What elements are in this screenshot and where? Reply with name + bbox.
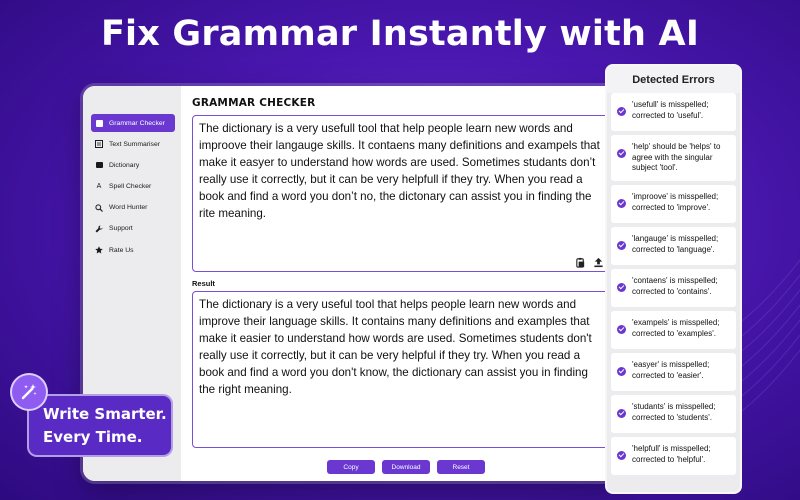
star-icon <box>95 246 103 254</box>
sidebar-item-label: Text Summariser <box>109 140 160 148</box>
spell-icon: A <box>96 182 102 190</box>
wrench-icon <box>95 225 103 233</box>
error-item[interactable]: 'usefull' is misspelled; corrected to 'u… <box>611 93 736 131</box>
page-title: GRAMMAR CHECKER <box>192 97 316 109</box>
upload-icon[interactable] <box>593 257 604 268</box>
check-circle-icon <box>617 149 626 158</box>
check-circle-icon <box>617 367 626 376</box>
error-text: 'help' should be 'helps' to agree with t… <box>632 142 721 172</box>
check-circle-icon <box>617 241 626 250</box>
check-circle-icon <box>617 409 626 418</box>
sidebar-item-label: Dictionary <box>109 161 140 169</box>
error-item[interactable]: 'contaens' is misspelled; corrected to '… <box>611 269 736 307</box>
check-circle-icon <box>617 199 626 208</box>
sidebar-item-label: Grammar Checker <box>109 119 165 127</box>
badge-line-2: Every Time. <box>43 428 143 446</box>
error-item[interactable]: 'helpfull' is misspelled; corrected to '… <box>611 437 736 475</box>
book-icon <box>95 161 103 169</box>
main-content: GRAMMAR CHECKER The dictionary is a very… <box>181 86 623 481</box>
sidebar-item-label: Support <box>109 225 133 233</box>
input-tools <box>575 257 604 268</box>
sidebar-item-spell-checker[interactable]: A Spell Checker <box>91 178 175 196</box>
sidebar-item-word-hunter[interactable]: Word Hunter <box>91 199 175 217</box>
magic-wand-icon <box>10 373 48 411</box>
search-icon <box>95 204 103 212</box>
result-textarea[interactable]: The dictionary is a very useful tool tha… <box>192 291 611 448</box>
sidebar-item-grammar-checker[interactable]: Grammar Checker <box>91 114 175 132</box>
check-circle-icon <box>617 283 626 292</box>
promo-badge: Write Smarter. Every Time. <box>27 394 173 457</box>
result-text: The dictionary is a very useful tool tha… <box>199 298 592 396</box>
errors-panel-title: Detected Errors <box>607 66 740 93</box>
sidebar-item-support[interactable]: Support <box>91 220 175 238</box>
result-label: Result <box>192 279 215 288</box>
summary-icon <box>95 140 103 149</box>
page-headline: Fix Grammar Instantly with AI <box>100 14 700 54</box>
reset-button[interactable]: Reset <box>437 460 485 474</box>
check-circle-icon <box>617 451 626 460</box>
grammar-icon <box>95 119 103 127</box>
copy-button[interactable]: Copy <box>327 460 375 474</box>
sidebar-item-dictionary[interactable]: Dictionary <box>91 156 175 174</box>
sidebar-item-rate-us[interactable]: Rate Us <box>91 241 175 259</box>
error-text: 'helpfull' is misspelled; corrected to '… <box>632 444 711 464</box>
badge-line-1: Write Smarter. <box>43 405 167 423</box>
paste-icon[interactable] <box>575 257 586 268</box>
detected-errors-panel: Detected Errors 'usefull' is misspelled;… <box>605 64 742 494</box>
sidebar-item-label: Spell Checker <box>109 183 152 191</box>
error-text: 'contaens' is misspelled; corrected to '… <box>632 276 718 296</box>
error-text: 'usefull' is misspelled; corrected to 'u… <box>632 100 709 120</box>
error-text: 'langauge' is misspelled; corrected to '… <box>632 234 719 254</box>
sidebar-item-label: Word Hunter <box>109 204 148 212</box>
error-item[interactable]: 'studants' is misspelled; corrected to '… <box>611 395 736 433</box>
check-circle-icon <box>617 325 626 334</box>
sidebar-item-label: Rate Us <box>109 246 134 254</box>
download-button[interactable]: Download <box>382 460 430 474</box>
error-text: 'studants' is misspelled; corrected to '… <box>632 402 716 422</box>
error-item[interactable]: 'help' should be 'helps' to agree with t… <box>611 135 736 181</box>
action-buttons: Copy Download Reset <box>181 460 623 474</box>
sidebar-item-text-summariser[interactable]: Text Summariser <box>91 135 175 153</box>
error-text: 'exampels' is misspelled; corrected to '… <box>632 318 720 338</box>
error-item[interactable]: 'langauge' is misspelled; corrected to '… <box>611 227 736 265</box>
error-item[interactable]: 'easyer' is misspelled; corrected to 'ea… <box>611 353 736 391</box>
errors-list: 'usefull' is misspelled; corrected to 'u… <box>607 93 740 475</box>
error-text: 'improove' is misspelled; corrected to '… <box>632 192 719 212</box>
error-item[interactable]: 'exampels' is misspelled; corrected to '… <box>611 311 736 349</box>
input-text: The dictionary is a very usefull tool th… <box>199 122 600 220</box>
check-circle-icon <box>617 107 626 116</box>
error-item[interactable]: 'improove' is misspelled; corrected to '… <box>611 185 736 223</box>
input-textarea[interactable]: The dictionary is a very usefull tool th… <box>192 115 611 272</box>
error-text: 'easyer' is misspelled; corrected to 'ea… <box>632 360 710 380</box>
